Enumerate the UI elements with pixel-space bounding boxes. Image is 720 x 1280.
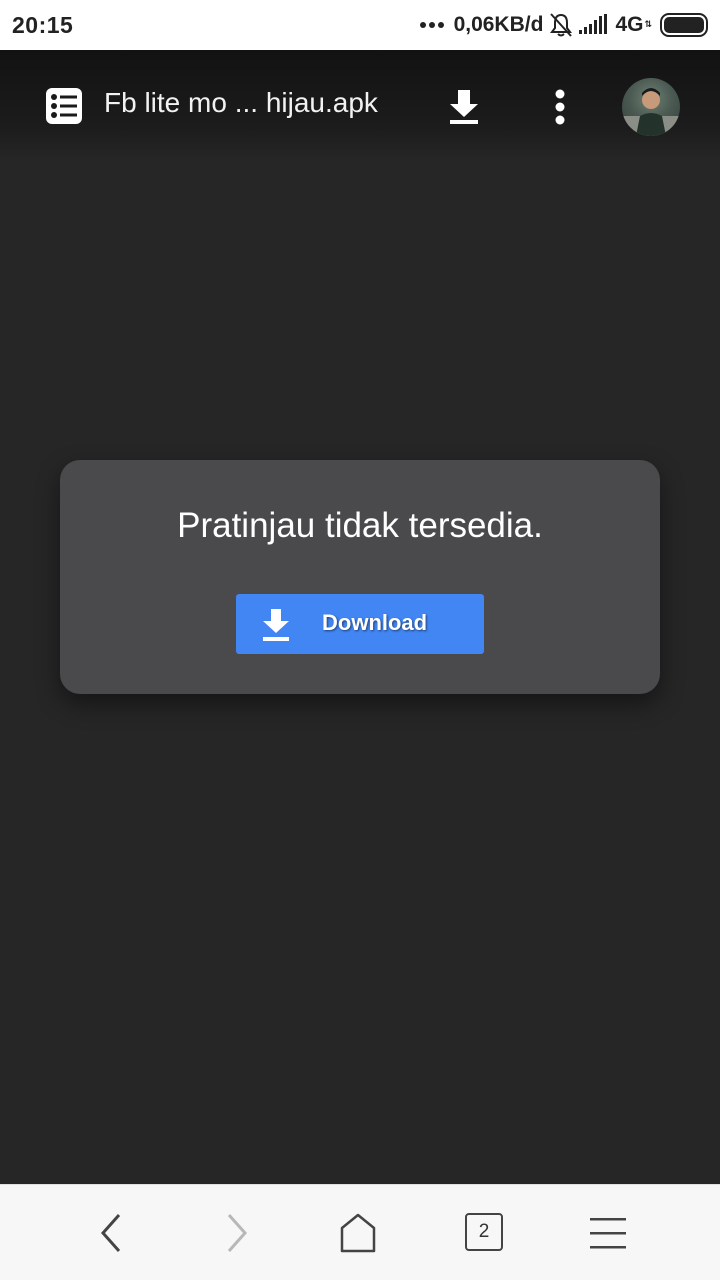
tab-count: 2 <box>478 1221 490 1242</box>
file-title: Fb lite mo ... hijau.apk <box>104 87 378 118</box>
menu-icon <box>590 1218 626 1249</box>
tabs-button[interactable]: 2 <box>444 1185 524 1280</box>
preview-card: Pratinjau tidak tersedia. Download <box>60 460 660 694</box>
download-icon[interactable] <box>444 86 484 126</box>
dots-icon <box>419 22 444 28</box>
home-button[interactable] <box>318 1185 398 1280</box>
back-button[interactable] <box>72 1185 152 1280</box>
forward-button[interactable] <box>196 1185 276 1280</box>
back-icon <box>100 1214 121 1252</box>
network-speed: 0,06KB/d <box>453 13 544 36</box>
avatar[interactable] <box>622 78 680 136</box>
battery-icon <box>660 13 708 37</box>
preview-unavailable-message: Pratinjau tidak tersedia. <box>177 506 543 545</box>
download-button[interactable]: Download <box>236 594 484 654</box>
tabs-icon: 2 <box>465 1213 503 1251</box>
status-icons: 0,06KB/d 4G ⇅ <box>419 12 708 38</box>
home-icon <box>340 1213 376 1253</box>
app-toolbar: Fb lite mo ... hijau.apk <box>0 50 720 160</box>
status-bar: 20:15 0,06KB/d 4G ⇅ <box>0 0 720 50</box>
avatar-image <box>622 88 680 136</box>
forward-icon <box>227 1214 248 1252</box>
download-icon <box>263 609 289 641</box>
file-list-icon[interactable] <box>44 86 84 126</box>
muted-bell-icon <box>550 13 573 37</box>
network-type: 4G ⇅ <box>615 13 652 36</box>
bottom-nav: 2 <box>0 1184 720 1280</box>
menu-button[interactable] <box>568 1185 648 1280</box>
status-time: 20:15 <box>12 11 74 38</box>
signal-icon <box>579 14 608 34</box>
download-button-label: Download <box>322 610 428 635</box>
more-vert-icon[interactable] <box>546 88 574 128</box>
